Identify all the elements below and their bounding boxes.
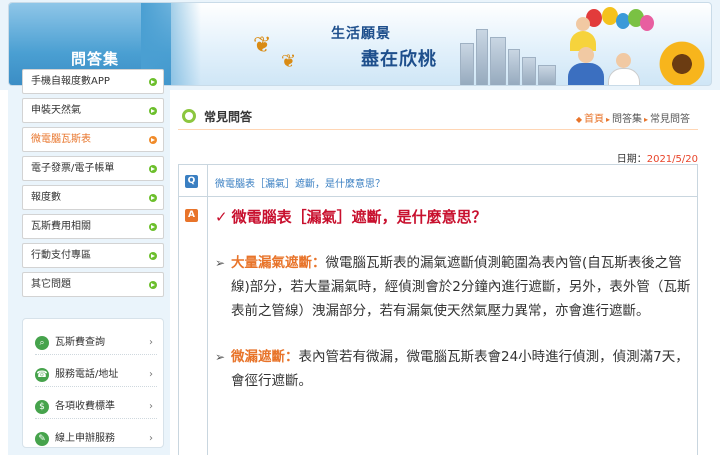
sidebar-item-mobile-payment[interactable]: 行動支付專區 [22,243,164,268]
question-badge-icon: Q [185,175,198,188]
city-skyline-illustration [454,23,564,85]
chevron-right-icon: › [149,337,153,348]
chevron-right-icon: › [149,369,153,380]
service-label: 各項收費標準 [55,401,115,412]
service-phone-address[interactable]: ☎ 服務電話/地址 › [35,363,157,387]
question-row: Q 微電腦表［漏氣］遮斷，是什麼意思？ [179,165,697,197]
sidebar-item-label: 瓦斯費用相關 [31,221,91,232]
arrow-circle-icon [149,281,157,289]
form-icon: ✎ [35,432,49,446]
qa-box: Q 微電腦表［漏氣］遮斷，是什麼意思？ A ✓ 微電腦表［漏氣］遮斷，是什麼意思？… [178,164,698,455]
butterfly-icon: ❦ [253,33,272,58]
sidebar-item-label: 其它問題 [31,279,71,290]
sidebar-item-smart-meter[interactable]: 微電腦瓦斯表 [22,127,164,152]
paragraph-highlight: 微漏遮斷： [231,349,299,365]
answer-content: ✓ 微電腦表［漏氣］遮斷，是什麼意思？ ➢ 大量漏氣遮斷：微電腦瓦斯表的漏氣遮斷偵… [215,205,691,393]
service-label: 服務電話/地址 [55,369,119,380]
service-online-application[interactable]: ✎ 線上申辦服務 › [35,427,157,451]
breadcrumb-current: 常見問答 [650,114,690,125]
search-icon: ⌕ [35,336,49,350]
arrow-circle-icon [149,223,157,231]
sidebar-item-other-questions[interactable]: 其它問題 [22,272,164,297]
service-fee-standards[interactable]: $ 各項收費標準 › [35,395,157,419]
checkmark-icon: ✓ [215,208,228,226]
sidebar-item-label: 行動支付專區 [31,250,91,261]
service-gas-fee-query[interactable]: ⌕ 瓦斯費查詢 › [35,331,157,355]
phone-icon: ☎ [35,368,49,382]
arrow-bullet-icon: ➢ [215,256,226,270]
question-text: 微電腦表［漏氣］遮斷，是什麼意思？ [215,179,385,190]
date-row: 日期：2021/5/20 [617,150,698,165]
breadcrumb-arrow-icon: ◆ [575,115,582,124]
arrow-circle-icon [149,252,157,260]
services-panel: ⌕ 瓦斯費查詢 › ☎ 服務電話/地址 › $ 各項收費標準 › ✎ 線上申辦服… [22,318,164,448]
banner-slogan-line1: 生活願景 [331,26,391,42]
arrow-circle-icon [149,165,157,173]
arrow-bullet-icon: ➢ [215,350,226,364]
breadcrumb: ◆ 首頁 ▸ 問答集 ▸ 常見問答 [574,110,690,125]
sidebar-item-meter-reading[interactable]: 報度數 [22,185,164,210]
sidebar-item-label: 申裝天然氣 [31,105,81,116]
family-illustration [554,7,674,85]
circle-bullet-icon [182,109,196,123]
qa-divider [207,165,208,455]
breadcrumb-arrow-icon: ▸ [643,115,648,124]
sidebar-item-label: 微電腦瓦斯表 [31,134,91,145]
breadcrumb-level1-link[interactable]: 問答集 [612,114,642,125]
chevron-right-icon: › [149,433,153,444]
chevron-right-icon: › [149,401,153,412]
arrow-circle-icon [149,136,157,144]
sidebar-item-e-invoice[interactable]: 電子發票/電子帳單 [22,156,164,181]
page-title-bar: 常見問答 ◆ 首頁 ▸ 問答集 ▸ 常見問答 [178,102,698,130]
arrow-circle-icon [149,194,157,202]
answer-title: ✓ 微電腦表［漏氣］遮斷，是什麼意思？ [215,205,691,229]
sidebar-item-label: 報度數 [31,192,61,203]
service-label: 瓦斯費查詢 [55,337,105,348]
breadcrumb-home-link[interactable]: 首頁 [584,114,604,125]
answer-paragraph: ➢ 微漏遮斷：表內管若有微漏，微電腦瓦斯表會24小時進行偵測，偵測滿7天，會徑行… [215,345,691,393]
service-label: 線上申辦服務 [55,433,115,444]
sidebar: 手機自報度數APP 申裝天然氣 微電腦瓦斯表 電子發票/電子帳單 報度數 瓦斯費… [8,69,170,455]
arrow-circle-icon [149,78,157,86]
paragraph-text: 表內管若有微漏，微電腦瓦斯表會24小時進行偵測，偵測滿7天，會徑行遮斷。 [231,349,689,389]
sunflower-illustration [659,41,705,85]
qa-heading: 問答集 [71,50,120,68]
answer-paragraph: ➢ 大量漏氣遮斷：微電腦瓦斯表的漏氣遮斷偵測範圍為表內管(自瓦斯表後之管線)部分… [215,251,691,323]
breadcrumb-arrow-icon: ▸ [605,115,610,124]
sidebar-item-app[interactable]: 手機自報度數APP [22,69,164,94]
sidebar-item-gas-fees[interactable]: 瓦斯費用相關 [22,214,164,239]
answer-badge-icon: A [185,209,198,222]
dollar-icon: $ [35,400,49,414]
banner-slogan-line2: 盡在欣桃 [361,49,437,70]
sidebar-item-label: 手機自報度數APP [31,76,110,87]
answer-title-text: 微電腦表［漏氣］遮斷，是什麼意思？ [231,208,487,226]
sidebar-item-label: 電子發票/電子帳單 [31,163,115,174]
arrow-circle-icon [149,107,157,115]
paragraph-highlight: 大量漏氣遮斷： [231,255,326,271]
page-title: 常見問答 [204,110,253,124]
sidebar-item-gas-installation[interactable]: 申裝天然氣 [22,98,164,123]
butterfly-icon: ❦ [281,51,297,72]
